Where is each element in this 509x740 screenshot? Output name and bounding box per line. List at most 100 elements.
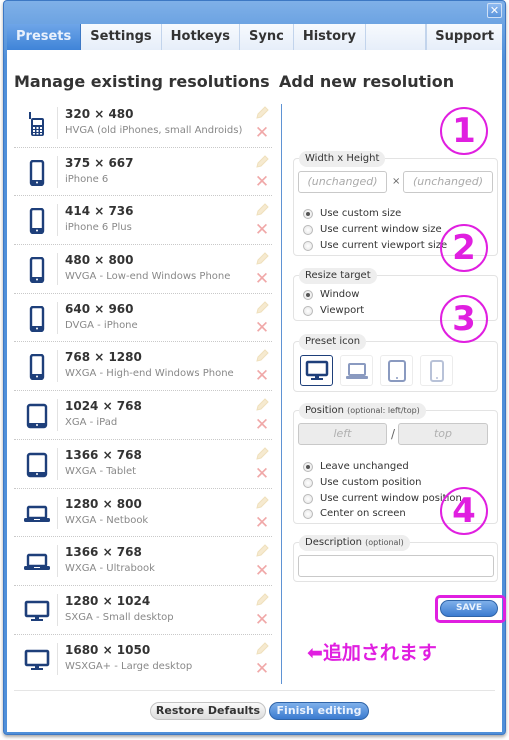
edit-pencil-icon[interactable] [254, 543, 270, 559]
height-input[interactable]: (unchanged) [403, 171, 493, 193]
tab-history[interactable]: History [293, 24, 366, 50]
preset-row[interactable]: 1280 × 800 WXGA - Netbook ✕ [14, 489, 272, 538]
tab-support[interactable]: Support [426, 24, 502, 50]
edit-pencil-icon[interactable] [254, 154, 270, 170]
description-legend: Description (optional) [299, 535, 410, 551]
annotation-badge-2: 2 [440, 224, 488, 272]
tab-spacer [365, 24, 427, 50]
preset-row[interactable]: 414 × 736 iPhone 6 Plus ✕ [14, 196, 272, 246]
laptop-icon [346, 363, 368, 379]
radio-custom-size[interactable]: Use custom size [303, 208, 401, 219]
delete-x-icon[interactable]: ✕ [254, 417, 270, 434]
preset-row[interactable]: 1680 × 1050 WSXGA+ - Large desktop ✕ [14, 635, 272, 684]
radio-leave-unchanged[interactable]: Leave unchanged [303, 461, 409, 472]
delete-x-icon[interactable]: ✕ [254, 173, 270, 190]
delete-x-icon[interactable]: ✕ [254, 222, 270, 239]
edit-pencil-icon[interactable] [254, 397, 270, 413]
radio-button[interactable] [303, 305, 313, 316]
description-legend-hint: (optional) [365, 538, 404, 547]
position-legend-hint: (optional: left/top) [347, 406, 420, 415]
preset-row[interactable]: 1280 × 1024 SXGA - Small desktop ✕ [14, 586, 272, 635]
description-input[interactable] [298, 555, 494, 577]
radio-button[interactable] [303, 477, 313, 488]
annotation-badge-3: 3 [440, 295, 488, 343]
radio-button[interactable] [303, 224, 313, 235]
preset-description: DVGA - iPhone [65, 319, 138, 331]
preset-row[interactable]: 480 × 800 WVGA - Low-end Windows Phone ✕ [14, 245, 272, 294]
edit-pencil-icon[interactable] [254, 641, 270, 657]
preset-resolution: 320 × 480 [65, 107, 134, 121]
tab-presets[interactable]: Presets [7, 24, 82, 50]
preset-row[interactable]: 1366 × 768 WXGA - Ultrabook ✕ [14, 537, 272, 586]
preset-description: iPhone 6 [65, 173, 109, 185]
preset-row[interactable]: 640 × 960 DVGA - iPhone ✕ [14, 294, 272, 343]
tab-bar: Presets Settings Hotkeys Sync History Su… [7, 24, 502, 50]
delete-x-icon[interactable]: ✕ [254, 611, 270, 628]
phone-icon [24, 305, 50, 332]
icon-option-desktop[interactable] [300, 355, 333, 386]
row-separator [57, 107, 58, 139]
radio-center-screen[interactable]: Center on screen [303, 508, 406, 519]
radio-custom-position[interactable]: Use custom position [303, 477, 421, 488]
radio-label: Center on screen [320, 508, 406, 519]
preset-description: HVGA (old iPhones, small Androids) [65, 125, 243, 136]
delete-x-icon[interactable]: ✕ [254, 271, 270, 288]
left-input[interactable]: left [298, 423, 387, 445]
delete-x-icon[interactable]: ✕ [254, 563, 270, 580]
edit-pencil-icon[interactable] [254, 300, 270, 316]
preset-row[interactable]: 1366 × 768 WXGA - Tablet ✕ [14, 440, 272, 489]
finish-editing-button[interactable]: Finish editing [269, 702, 369, 720]
width-input[interactable]: (unchanged) [298, 171, 387, 193]
radio-button[interactable] [303, 508, 313, 519]
radio-window-position[interactable]: Use current window position [303, 493, 462, 504]
preset-resolution: 1680 × 1050 [65, 642, 151, 657]
row-separator [57, 301, 58, 334]
top-input[interactable]: top [398, 423, 488, 445]
phone-icon [24, 256, 50, 284]
edit-pencil-icon[interactable] [254, 348, 270, 364]
preset-row[interactable]: 1024 × 768 XGA - iPad ✕ [14, 391, 272, 440]
radio-button[interactable] [303, 461, 313, 472]
preset-description: WXGA - High-end Windows Phone [65, 368, 234, 380]
preset-description: SXGA - Small desktop [65, 611, 174, 623]
desktop-icon [24, 598, 50, 624]
radio-button[interactable] [303, 493, 313, 504]
edit-pencil-icon[interactable] [254, 592, 270, 608]
tab-sync[interactable]: Sync [240, 24, 294, 50]
preset-resolution: 414 × 736 [65, 204, 134, 219]
save-button[interactable]: SAVE [440, 600, 498, 617]
radio-window-size[interactable]: Use current window size [303, 224, 442, 235]
radio-button[interactable] [303, 240, 313, 251]
manage-title: Manage existing resolutions [14, 72, 270, 91]
position-separator: / [391, 427, 396, 441]
edit-pencil-icon[interactable] [254, 105, 270, 121]
delete-x-icon[interactable]: ✕ [254, 660, 270, 677]
size-legend: Width x Height [299, 151, 386, 167]
tab-hotkeys[interactable]: Hotkeys [161, 24, 240, 50]
radio-button[interactable] [303, 289, 313, 300]
delete-x-icon[interactable]: ✕ [254, 514, 270, 531]
radio-viewport-size[interactable]: Use current viewport size [303, 240, 447, 251]
tab-settings[interactable]: Settings [81, 24, 162, 50]
tablet-icon [24, 403, 50, 429]
radio-viewport[interactable]: Viewport [303, 305, 364, 316]
close-icon[interactable]: ✕ [487, 3, 502, 18]
radio-window[interactable]: Window [303, 289, 359, 300]
icon-option-laptop[interactable] [340, 355, 373, 386]
delete-x-icon[interactable]: ✕ [254, 125, 270, 142]
preset-row[interactable]: 768 × 1280 WXGA - High-end Windows Phone ✕ [14, 342, 272, 392]
edit-pencil-icon[interactable] [254, 251, 270, 267]
delete-x-icon[interactable]: ✕ [254, 368, 270, 385]
edit-pencil-icon[interactable] [254, 202, 270, 218]
preset-row[interactable]: 320 × 480 HVGA (old iPhones, small Androi… [14, 99, 272, 148]
edit-pencil-icon[interactable] [254, 495, 270, 511]
edit-pencil-icon[interactable] [254, 446, 270, 462]
restore-defaults-button[interactable]: Restore Defaults [150, 702, 266, 720]
radio-button[interactable] [303, 208, 313, 219]
desktop-icon [305, 360, 329, 380]
delete-x-icon[interactable]: ✕ [254, 319, 270, 336]
delete-x-icon[interactable]: ✕ [254, 465, 270, 482]
icon-option-phone[interactable] [420, 355, 453, 386]
preset-row[interactable]: 375 × 667 iPhone 6 ✕ [14, 148, 272, 197]
icon-option-tablet[interactable] [380, 355, 413, 386]
